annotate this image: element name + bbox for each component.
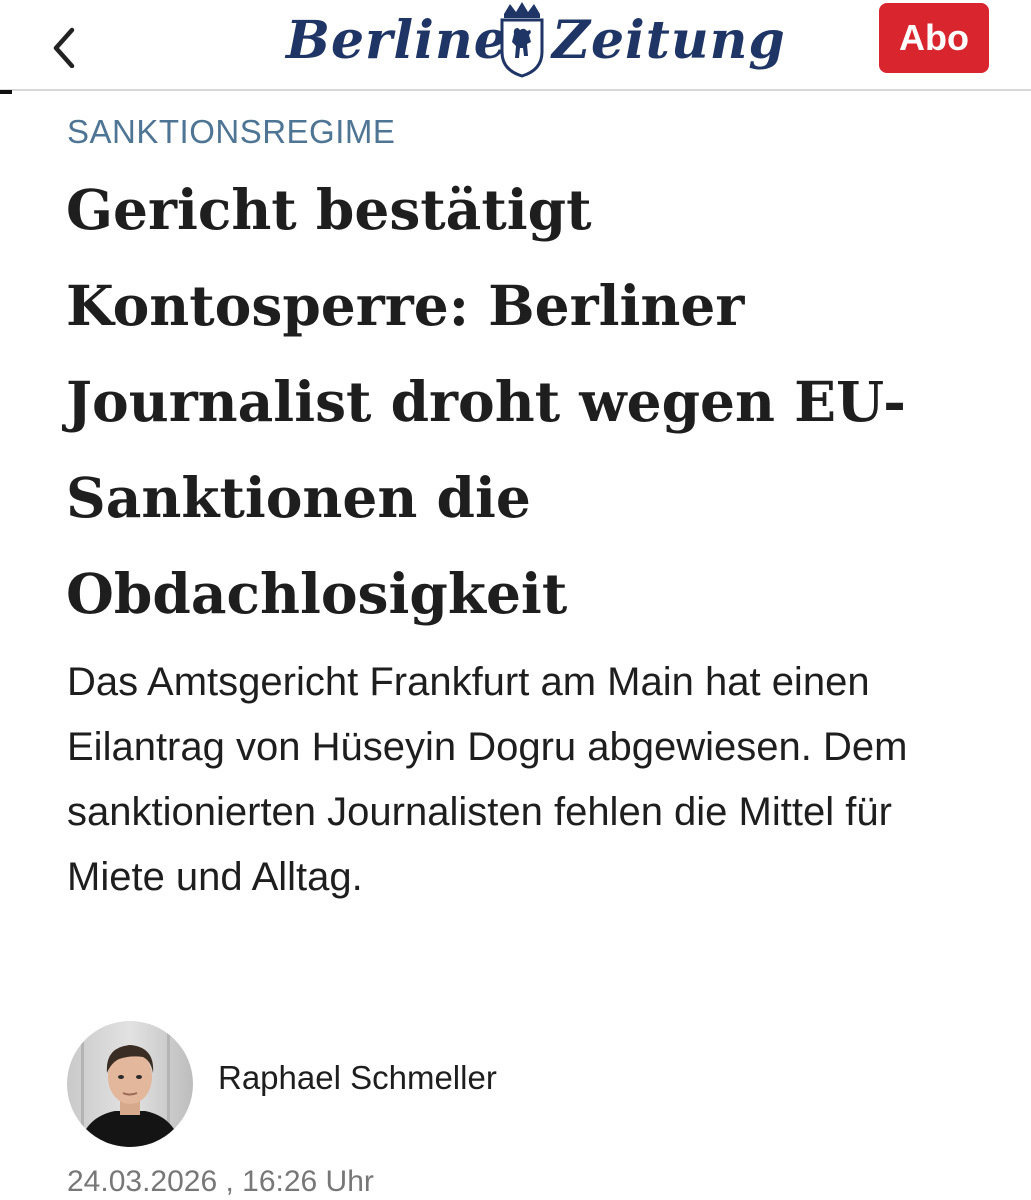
abo-button[interactable]: Abo (879, 3, 989, 73)
article-headline: Gericht bestätigt Kontosperre: Berliner … (66, 177, 906, 626)
back-button[interactable] (40, 12, 90, 69)
author-avatar[interactable] (67, 1021, 193, 1147)
reading-progress-indicator (0, 90, 12, 94)
author-photo (67, 1021, 193, 1147)
article-kicker[interactable]: SANKTIONSREGIME (67, 113, 395, 151)
chevron-left-icon (53, 27, 75, 69)
header-divider (0, 89, 1031, 91)
logo-wordmark-right: Zeitung (552, 10, 786, 71)
bear-crest-icon (500, 2, 544, 78)
author-block: Raphael Schmeller (67, 1021, 767, 1147)
top-bar: Berliner Zeitung Abo (0, 0, 1031, 90)
article-teaser: Das Amtsgericht Frankfurt am Main hat ei… (67, 660, 908, 899)
publish-date: 24.03.2026 , 16:26 Uhr (67, 1165, 374, 1198)
berliner-zeitung-logo[interactable]: Berliner Zeitung (280, 0, 785, 82)
author-name-link[interactable]: Raphael Schmeller (218, 1059, 497, 1097)
